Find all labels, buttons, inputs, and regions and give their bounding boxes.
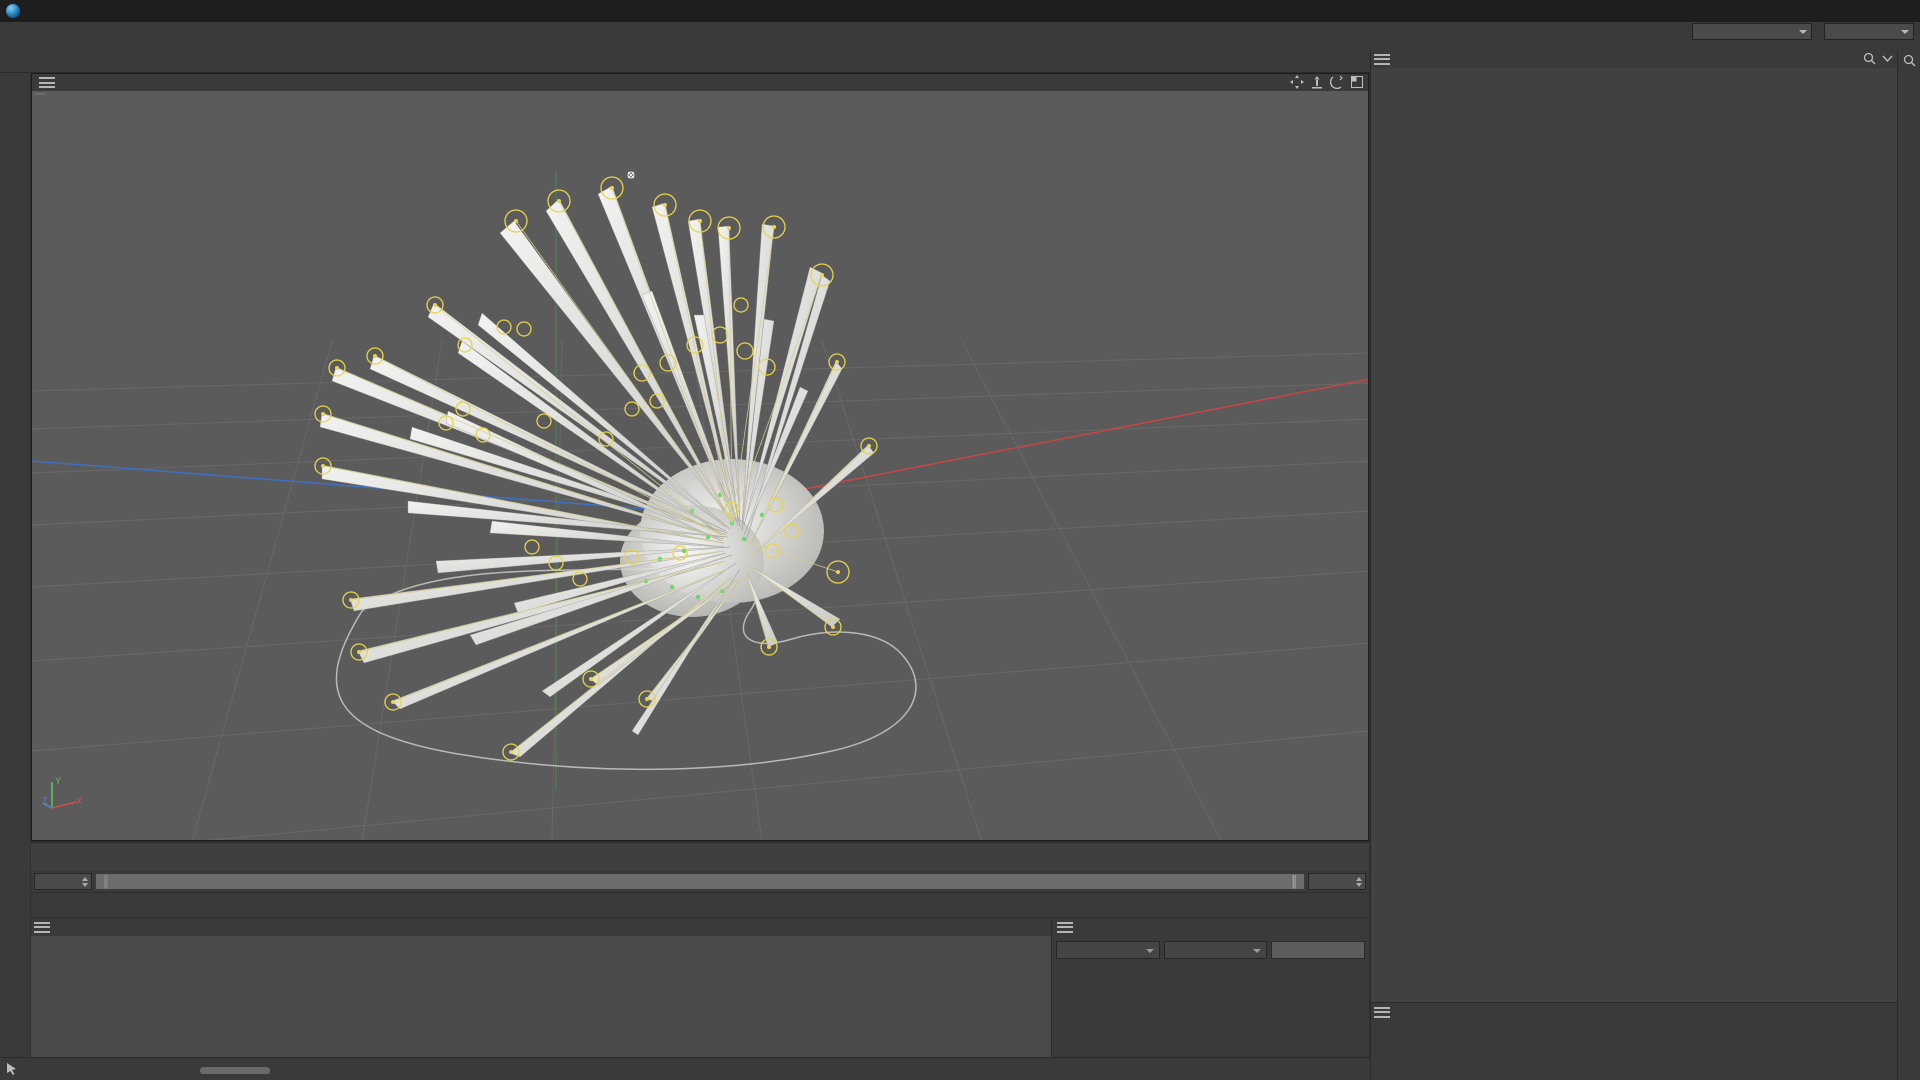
app-logo-icon <box>6 4 20 18</box>
viewport-label <box>35 93 45 95</box>
viewport-navigation-controls <box>1290 75 1364 89</box>
search-icon[interactable] <box>1903 54 1916 67</box>
viewport-menu-bar <box>32 74 1368 91</box>
object-manager-panel <box>1370 50 1897 1002</box>
layout-dropdown[interactable] <box>1824 23 1914 40</box>
maximize-viewport-icon[interactable] <box>1350 75 1364 89</box>
end-frame-field[interactable] <box>1308 873 1366 890</box>
svg-text:X: X <box>76 796 82 806</box>
left-tool-rail <box>0 73 30 1080</box>
horizontal-scrollbar[interactable] <box>200 1067 270 1074</box>
orbit-icon[interactable] <box>1330 75 1344 89</box>
cinema4d-window: Y X Z ║ ║ <box>0 0 1920 1080</box>
layer-manager-panel <box>1370 1002 1897 1080</box>
apply-button[interactable] <box>1271 941 1365 959</box>
coordinates-actions <box>1052 939 1369 959</box>
playback-toolbar <box>31 892 1369 917</box>
viewport-canvas[interactable]: Y X Z <box>32 91 1368 840</box>
node-space-dropdown[interactable] <box>1692 23 1812 40</box>
timeline-panel: ║ ║ <box>31 842 1369 893</box>
svg-text:Z: Z <box>42 796 48 806</box>
timeline-ruler[interactable] <box>31 843 1369 870</box>
dolly-icon[interactable] <box>1310 75 1324 89</box>
object-manager-hamburger-icon[interactable] <box>1374 53 1390 65</box>
object-tree[interactable] <box>1371 68 1897 1002</box>
material-manager-panel <box>31 917 1061 1057</box>
search-icon[interactable] <box>1863 52 1876 65</box>
minimize-button[interactable] <box>1782 0 1828 22</box>
current-frame-field[interactable] <box>34 873 92 890</box>
object-manager-tools <box>1863 52 1894 65</box>
layer-menu-bar <box>1371 1003 1897 1021</box>
range-grip-icon[interactable]: ║ <box>1290 876 1298 888</box>
material-list <box>31 936 1061 1057</box>
close-button[interactable] <box>1874 0 1920 22</box>
status-bar <box>0 1057 1370 1080</box>
layer-hamburger-icon[interactable] <box>1374 1006 1390 1018</box>
window-controls <box>1782 0 1920 22</box>
viewport-panel: Y X Z <box>31 73 1369 841</box>
spinner-icon[interactable] <box>81 876 89 888</box>
axis-gizmo: Y X Z <box>42 776 82 809</box>
right-tab-rail <box>1897 50 1920 1080</box>
coordinate-mode-dropdown[interactable] <box>1163 941 1268 959</box>
title-bar <box>0 0 1920 22</box>
pan-icon[interactable] <box>1290 75 1304 89</box>
spinner-icon[interactable] <box>1355 876 1363 888</box>
coordinate-system-dropdown[interactable] <box>1056 941 1160 959</box>
material-menu-bar <box>31 918 1061 936</box>
layer-column-headers <box>1371 1021 1897 1036</box>
object-manager-menu-bar <box>1371 50 1897 68</box>
coordinates-panel <box>1051 917 1369 1057</box>
preview-range-bar[interactable]: ║ ║ <box>95 873 1305 890</box>
coordinates-hamburger-icon[interactable] <box>1057 921 1073 933</box>
main-menu-bar <box>0 22 1920 41</box>
scene-render <box>32 91 1368 840</box>
maximize-button[interactable] <box>1828 0 1874 22</box>
svg-text:Y: Y <box>55 776 61 786</box>
status-cursor-icon <box>7 1063 16 1075</box>
node-space-group <box>1686 23 1914 40</box>
chevron-down-icon[interactable] <box>1881 52 1894 65</box>
coordinates-menu-bar <box>1052 918 1369 936</box>
viewport-hamburger-icon[interactable] <box>39 77 55 88</box>
timeline-fields: ║ ║ <box>31 870 1369 893</box>
material-hamburger-icon[interactable] <box>34 921 50 933</box>
